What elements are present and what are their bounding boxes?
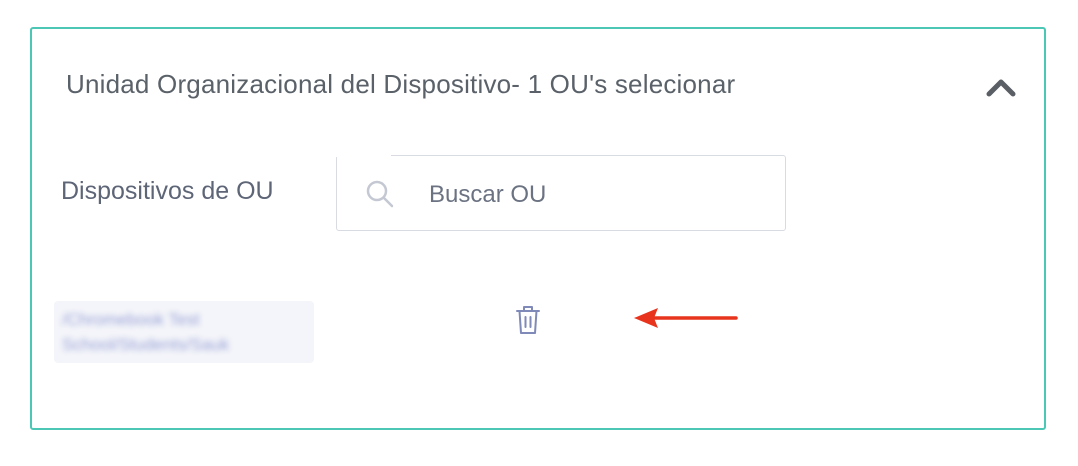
field-label: Dispositivos de OU xyxy=(61,177,274,205)
selected-ou-item: /Chromebook Test School/Students/Sauk xyxy=(54,301,314,363)
search-input[interactable] xyxy=(427,176,771,214)
search-icon xyxy=(366,180,394,208)
search-box[interactable] xyxy=(336,154,786,231)
trash-icon[interactable] xyxy=(514,303,542,337)
device-ou-panel: Unidad Organizacional del Dispositivo- 1… xyxy=(30,27,1046,430)
selected-ou-line-2: School/Students/Sauk xyxy=(62,335,230,354)
selected-ou-line-1: /Chromebook Test xyxy=(62,310,200,329)
arrow-left-icon xyxy=(634,308,738,328)
panel-title[interactable]: Unidad Organizacional del Dispositivo- 1… xyxy=(66,69,735,100)
chevron-up-icon[interactable] xyxy=(984,73,1018,101)
